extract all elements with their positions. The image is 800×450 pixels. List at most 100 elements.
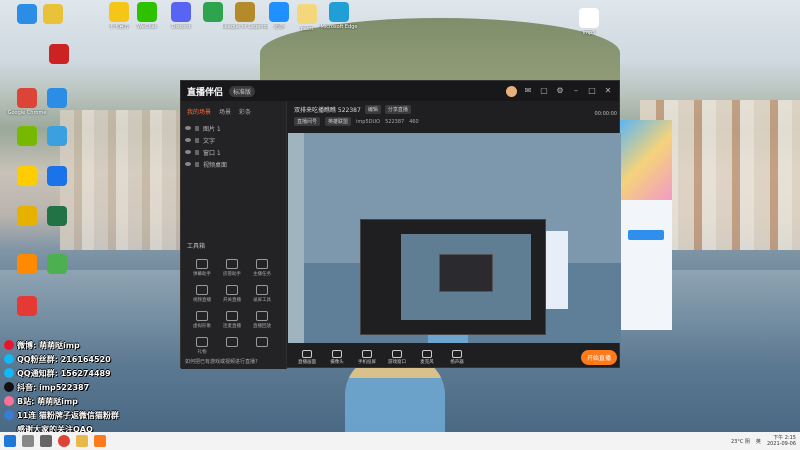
eye-icon[interactable] (185, 138, 191, 142)
overlay-line: 抖音: imp522387 (4, 380, 164, 394)
side-panel-button[interactable] (628, 230, 664, 240)
desktop-icon[interactable] (34, 88, 80, 110)
desktop-icon[interactable] (34, 254, 80, 276)
start-live-button[interactable]: 开始直播 (580, 349, 617, 365)
nested-window (360, 219, 546, 335)
desktop-icon[interactable]: imp5 (566, 8, 612, 36)
scene-item[interactable]: 文字 (185, 134, 282, 146)
desktop-icon[interactable] (36, 44, 82, 66)
microphone-button[interactable]: 麦克风 (412, 349, 442, 365)
search-icon[interactable] (22, 435, 34, 447)
tool-item[interactable] (247, 337, 277, 355)
lock-icon[interactable] (195, 137, 199, 143)
tool-item[interactable]: 弹幕助手 (187, 259, 217, 277)
tool-item[interactable]: 视频直播 (187, 285, 217, 303)
tool-item[interactable]: 虚拟形象 (187, 311, 217, 329)
scene-item[interactable]: 图片 1 (185, 122, 282, 134)
tab-my-scenes[interactable]: 我的场景 (187, 107, 211, 116)
mail-icon[interactable]: ✉ (523, 86, 533, 96)
category[interactable]: 英雄联盟 (325, 117, 352, 126)
scene-capture-button[interactable]: 直播画面 (292, 349, 322, 365)
side-panel-banner (620, 120, 672, 200)
tab-bars[interactable]: 彩条 (239, 107, 251, 116)
desktop-icon[interactable] (30, 4, 76, 26)
toolbox-title: 工具箱 (187, 243, 206, 250)
maximize-icon[interactable]: □ (587, 86, 597, 96)
eye-icon[interactable] (185, 150, 191, 154)
side-panel (620, 120, 672, 330)
tool-item[interactable]: 录屏工具 (247, 285, 277, 303)
app-logo: 直播伴侣 (187, 87, 224, 98)
desktop-icon-label: imp5 (582, 30, 596, 36)
live-timer: 00:00:00 (594, 111, 617, 117)
scene-item[interactable]: 视频桌面 (185, 158, 282, 170)
room-label: 直播间号 (294, 117, 321, 126)
language-indicator[interactable]: 英 (756, 438, 761, 445)
version-badge[interactable]: 标准版 (229, 85, 256, 97)
app-window: 直播伴侣 标准版 ✉ ▢ ⚙ – □ ✕ 我的场景 场景 彩条 图片 1 文字 … (180, 80, 621, 369)
eye-icon[interactable] (185, 162, 191, 166)
game-window-button[interactable]: 游戏窗口 (382, 349, 412, 365)
gift-icon[interactable]: ▢ (539, 86, 549, 96)
folder-icon[interactable] (76, 435, 88, 447)
app-icon (17, 296, 37, 316)
tool-item[interactable]: 礼物 (187, 337, 217, 355)
eye-icon[interactable] (185, 126, 191, 130)
help-tip[interactable]: 如何把已有游戏或视频进行直播? (185, 358, 258, 365)
overlay-line: QQ通知群: 156274489 (4, 366, 164, 380)
windows-icon[interactable] (4, 435, 16, 447)
app-icon (579, 8, 599, 28)
toolbox-grid: 弹幕助手 房管助手 主播任务 视频直播 开关直播 录屏工具 虚拟形象 连麦直播 … (187, 259, 281, 355)
overlay-line: 11连 猫粉牌子返微信猫粉群 (4, 408, 164, 422)
avatar[interactable] (506, 85, 517, 97)
desktop-icon[interactable]: Microsoft Edge (316, 2, 362, 30)
camera-button[interactable]: 摄像头 (322, 349, 352, 365)
speaker-button[interactable]: 扬声器 (442, 349, 472, 365)
settings-icon[interactable]: ⚙ (555, 86, 565, 96)
tool-item[interactable]: 直播回放 (247, 311, 277, 329)
tool-item[interactable]: 房管助手 (217, 259, 247, 277)
stream-preview[interactable] (288, 133, 621, 343)
room-info: 双排来吃播瞧瞧 522387 编辑 分享直播 直播间号 英雄联盟 imp5DUO… (288, 101, 621, 131)
edit-button[interactable]: 编辑 (364, 105, 381, 114)
share-button[interactable]: 分享直播 (384, 105, 411, 114)
tool-item[interactable]: 连麦直播 (217, 311, 247, 329)
desktop-icon-label: Microsoft Edge (320, 24, 358, 30)
app-icon (47, 254, 67, 274)
desktop-icon-label: Google Chrome (7, 110, 47, 116)
app-icon (203, 2, 223, 22)
phone-cast-button[interactable]: 手机投屏 (352, 349, 382, 365)
lock-icon[interactable] (195, 161, 199, 167)
preview-side-panel (546, 231, 568, 309)
app-icon (47, 126, 67, 146)
nested-preview (401, 234, 531, 320)
scene-list: 图片 1 文字 窗口 1 视频桌面 (181, 120, 286, 172)
taskbar: 23°C 阴 英 下午 2:15 2021-09-06 (0, 432, 800, 450)
scene-item[interactable]: 窗口 1 (185, 146, 282, 158)
overlay-line: QQ粉丝群: 216164520 (4, 352, 164, 366)
sidebar: 我的场景 场景 彩条 图片 1 文字 窗口 1 视频桌面 工具箱 弹幕助手 房管… (181, 101, 287, 369)
desktop-icon[interactable] (34, 206, 80, 228)
chrome-icon[interactable] (58, 435, 70, 447)
task-view-icon[interactable] (40, 435, 52, 447)
room-title: 双排来吃播瞧瞧 522387 (294, 107, 361, 114)
app-icon (329, 2, 349, 22)
tab-scenes[interactable]: 场景 (219, 107, 231, 116)
system-tray: 23°C 阴 英 下午 2:15 2021-09-06 (731, 435, 796, 447)
tool-item[interactable]: 主播任务 (247, 259, 277, 277)
stream-overlay: 微博: 萌萌哒imp QQ粉丝群: 216164520 QQ通知群: 15627… (4, 338, 164, 436)
app-icon (43, 4, 63, 24)
desktop-icon[interactable] (34, 126, 80, 148)
weather[interactable]: 23°C 阴 (731, 438, 750, 445)
desktop-icon[interactable] (4, 296, 50, 318)
tool-item[interactable] (217, 337, 247, 355)
tool-item[interactable]: 开关直播 (217, 285, 247, 303)
clock[interactable]: 下午 2:15 2021-09-06 (767, 435, 796, 447)
desktop-icon[interactable] (34, 166, 80, 188)
minimize-icon[interactable]: – (571, 86, 581, 96)
title-bar: 直播伴侣 标准版 ✉ ▢ ⚙ – □ ✕ (181, 81, 619, 101)
live-app-icon[interactable] (94, 435, 106, 447)
lock-icon[interactable] (195, 149, 199, 155)
lock-icon[interactable] (195, 125, 199, 131)
close-icon[interactable]: ✕ (603, 86, 613, 96)
